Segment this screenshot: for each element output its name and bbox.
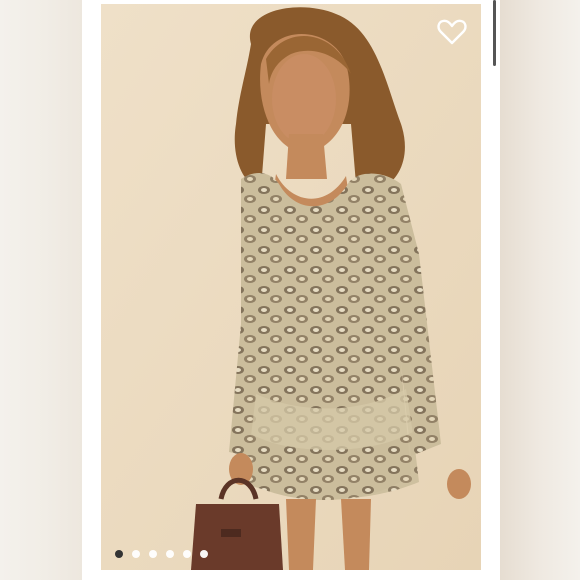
- carousel-dot-2[interactable]: [132, 550, 140, 558]
- carousel-dot-6[interactable]: [200, 550, 208, 558]
- product-photo[interactable]: [101, 4, 481, 570]
- carousel-indicator: [115, 550, 208, 558]
- listing-photo-frame: [82, 0, 500, 580]
- model-illustration: [101, 4, 481, 570]
- carousel-dot-5[interactable]: [183, 550, 191, 558]
- right-blurred-backdrop: [500, 0, 580, 580]
- scrollbar-thumb[interactable]: [493, 0, 496, 66]
- heart-outline-icon: [437, 19, 467, 45]
- carousel-dot-4[interactable]: [166, 550, 174, 558]
- like-button[interactable]: [437, 18, 467, 46]
- carousel-dot-3[interactable]: [149, 550, 157, 558]
- carousel-dot-1[interactable]: [115, 550, 123, 558]
